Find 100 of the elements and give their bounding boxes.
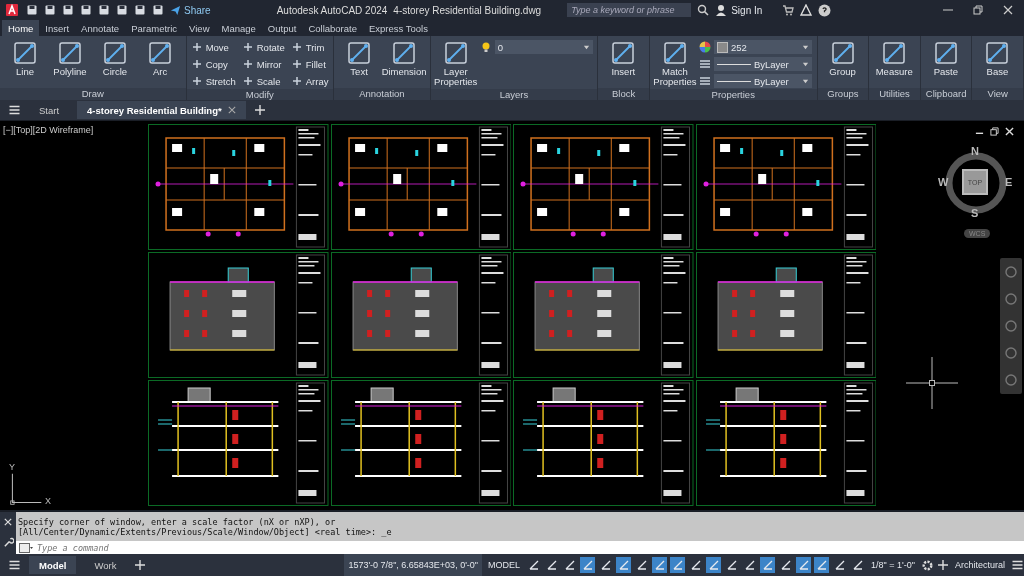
compass-label[interactable]: S [971, 207, 979, 219]
model-space-button[interactable]: MODEL [485, 560, 524, 570]
status-toggle-button[interactable] [760, 557, 776, 573]
nav-tool-icon[interactable] [1003, 372, 1019, 389]
ribbon-tool-button[interactable]: Dimension [383, 39, 426, 77]
ribbon-tool-button[interactable]: Base [976, 39, 1019, 77]
compass-label[interactable]: N [971, 145, 979, 157]
plus-icon[interactable] [936, 559, 949, 571]
search-field[interactable]: Type a keyword or phrase [567, 3, 692, 17]
menu-icon[interactable] [1011, 559, 1024, 571]
status-toggle-button[interactable] [670, 557, 686, 573]
annotation-scale-button[interactable]: 1/8" = 1'-0" [868, 560, 918, 570]
ribbon-tool-button[interactable]: Fillet [290, 56, 329, 72]
share-button[interactable]: Share [170, 4, 211, 16]
menu-icon[interactable] [8, 559, 21, 571]
command-field[interactable]: Type a command [16, 541, 1024, 554]
ribbon-tool-button[interactable]: Layer Properties [434, 39, 477, 87]
status-toggle-button[interactable] [796, 557, 812, 573]
ribbon-tab[interactable]: View [183, 20, 216, 36]
panel-title[interactable]: Modify [186, 89, 334, 101]
help-icon[interactable] [818, 3, 832, 17]
ribbon-tool-button[interactable]: Mirror [241, 56, 285, 72]
compass-label[interactable]: E [1005, 176, 1013, 188]
ribbon-tool-button[interactable]: Copy [190, 56, 236, 72]
panel-title[interactable]: View [972, 88, 1024, 100]
sign-in-button[interactable]: Sign In [715, 4, 763, 16]
nav-tool-icon[interactable] [1003, 263, 1019, 280]
ribbon-tool-button[interactable]: Trim [290, 39, 329, 55]
ribbon-tool-button[interactable]: Arc [139, 39, 181, 77]
nav-tool-icon[interactable] [1003, 345, 1019, 362]
property-dropdown[interactable]: ByLayer [713, 57, 812, 71]
panel-title[interactable]: Clipboard [920, 88, 972, 100]
menu-icon[interactable] [8, 104, 21, 116]
ribbon-tab[interactable]: Parametric [125, 20, 184, 36]
restore-icon[interactable] [990, 127, 999, 136]
ribbon-tool-button[interactable]: Rotate [241, 39, 285, 55]
ribbon-tool-button[interactable]: Group [821, 39, 864, 77]
panel-title[interactable]: Block [598, 88, 649, 100]
panel-title[interactable]: Draw [0, 88, 186, 100]
triangle-icon[interactable] [800, 4, 813, 16]
layout-tab[interactable]: Work [84, 556, 127, 574]
status-toggle-button[interactable] [814, 557, 830, 573]
ribbon-tool-button[interactable]: Move [190, 39, 236, 55]
quick-access-icon[interactable] [26, 4, 38, 16]
panel-title[interactable]: Properties [649, 89, 817, 101]
status-toggle-button[interactable] [580, 557, 596, 573]
app-logo-icon[interactable] [4, 2, 20, 18]
panel-title[interactable]: Utilities [869, 88, 920, 100]
ribbon-tab[interactable]: Annotate [75, 20, 126, 36]
ribbon-tool-button[interactable]: Stretch [190, 73, 236, 89]
quick-access-icon[interactable] [62, 4, 74, 16]
ribbon-tool-button[interactable]: Insert [602, 39, 645, 77]
panel-title[interactable]: Annotation [334, 88, 430, 100]
panel-title[interactable]: Groups [817, 88, 869, 100]
status-toggle-button[interactable] [616, 557, 632, 573]
file-tab[interactable]: Start [29, 101, 70, 119]
status-toggle-button[interactable] [706, 557, 722, 573]
ribbon-tool-button[interactable]: Measure [873, 39, 916, 77]
quick-access-icon[interactable] [116, 4, 128, 16]
settings-icon[interactable] [920, 558, 934, 572]
plus-icon[interactable] [253, 104, 266, 116]
search-icon[interactable] [697, 4, 710, 16]
property-dropdown[interactable]: ByLayer [713, 74, 812, 88]
quick-access-icon[interactable] [98, 4, 110, 16]
ribbon-tool-button[interactable]: Line [4, 39, 46, 77]
ribbon-tab[interactable]: Collaborate [302, 20, 363, 36]
navigation-bar[interactable] [1000, 258, 1022, 394]
property-dropdown[interactable]: 0 [494, 40, 593, 54]
units-button[interactable]: Architectural [951, 560, 1008, 570]
ribbon-tab[interactable]: Manage [215, 20, 262, 36]
nav-tool-icon[interactable] [1003, 317, 1019, 334]
command-prompt-icon[interactable] [19, 542, 33, 553]
quick-access-icon[interactable] [134, 4, 146, 16]
compass-label[interactable]: W [938, 176, 949, 188]
property-dropdown[interactable]: 252 [713, 40, 812, 54]
ribbon-tab[interactable]: Output [261, 20, 303, 36]
ribbon-tab[interactable]: Insert [39, 20, 76, 36]
nav-tool-icon[interactable] [1003, 290, 1019, 307]
ribbon-tab[interactable]: Express Tools [363, 20, 434, 36]
ribbon-tool-button[interactable]: Paste [924, 39, 967, 77]
wrench-icon[interactable] [2, 537, 14, 549]
ribbon-tool-button[interactable]: Scale [241, 73, 285, 89]
panel-title[interactable]: Layers [430, 89, 598, 101]
viewport-label[interactable]: [−][Top][2D Wireframe] [3, 125, 94, 135]
ribbon-tool-button[interactable]: Array [290, 73, 329, 89]
layout-tab[interactable]: Model [29, 556, 77, 574]
ribbon-tool-button[interactable]: Polyline [49, 39, 91, 77]
close-icon[interactable] [1002, 4, 1014, 16]
quick-access-icon[interactable] [80, 4, 92, 16]
plus-icon[interactable] [134, 559, 147, 571]
quick-access-icon[interactable] [152, 4, 164, 16]
ribbon-tool-button[interactable]: Circle [94, 39, 136, 77]
ribbon-tab[interactable]: Home [2, 20, 40, 36]
quick-access-icon[interactable] [44, 4, 56, 16]
file-tab[interactable]: 4-storey Residential Building* [77, 101, 246, 119]
ribbon-tool-button[interactable]: Text [338, 39, 381, 77]
coordinates-readout[interactable]: 1573'-0 7/8", 6.65843E+03, 0'-0" [344, 554, 483, 576]
restore-icon[interactable] [972, 4, 984, 16]
status-toggle-button[interactable] [652, 557, 668, 573]
cart-icon[interactable] [782, 4, 795, 16]
